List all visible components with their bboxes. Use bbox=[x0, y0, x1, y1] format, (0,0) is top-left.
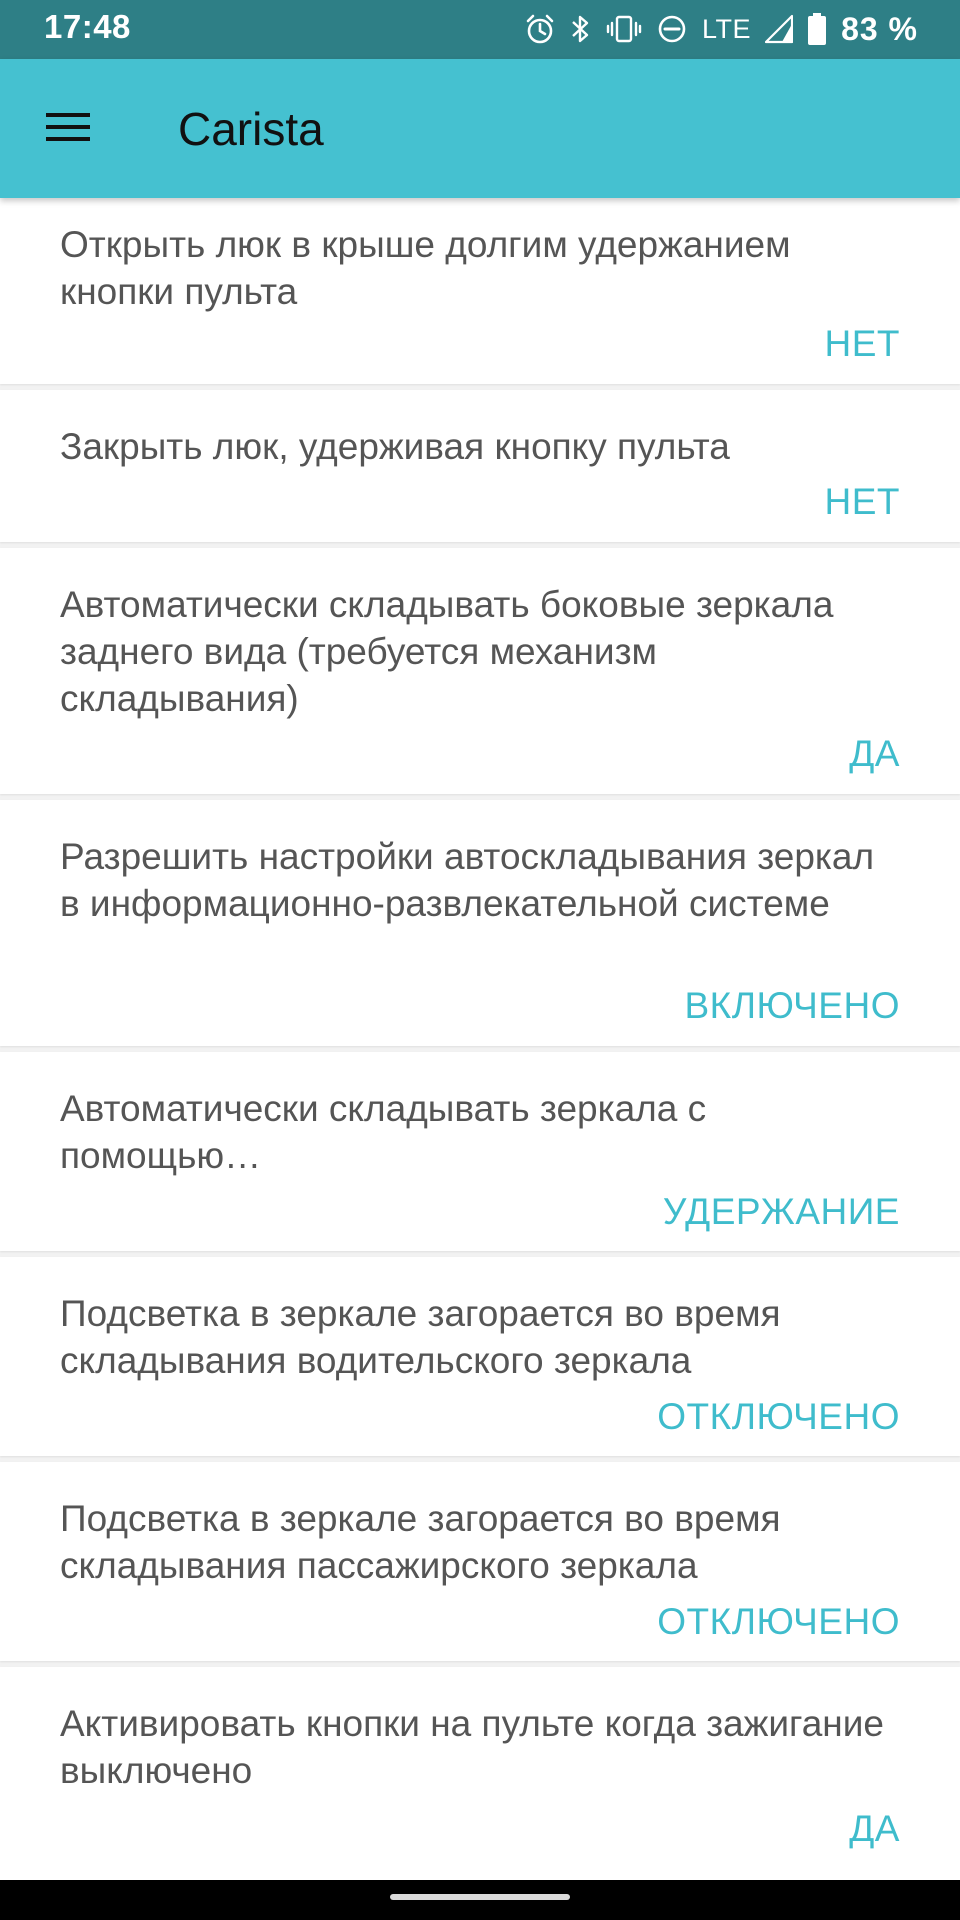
setting-label: Разрешить настройки автоскладывания зерк… bbox=[60, 836, 875, 924]
setting-item-infotainment-fold-settings[interactable]: Разрешить настройки автоскладывания зерк… bbox=[0, 800, 960, 1046]
battery-icon bbox=[807, 12, 827, 46]
setting-label: Подсветка в зеркале загорается во время … bbox=[60, 1293, 781, 1381]
setting-value[interactable]: ДА bbox=[849, 730, 900, 777]
setting-value[interactable]: ДА bbox=[849, 1805, 900, 1852]
status-bar: 17:48 LTE 83 % bbox=[0, 0, 960, 59]
settings-list[interactable]: Открыть люк в крыше долгим удержанием кн… bbox=[0, 198, 960, 1880]
setting-label: Открыть люк в крыше долгим удержанием кн… bbox=[60, 224, 791, 312]
setting-label: Подсветка в зеркале загорается во время … bbox=[60, 1498, 781, 1586]
setting-value[interactable]: НЕТ bbox=[825, 320, 901, 367]
setting-value[interactable]: ОТКЛЮЧЕНО bbox=[657, 1598, 900, 1645]
setting-item-sunroof-open[interactable]: Открыть люк в крыше долгим удержанием кн… bbox=[0, 198, 960, 384]
signal-icon bbox=[765, 14, 794, 44]
setting-value[interactable]: ОТКЛЮЧЕНО bbox=[657, 1393, 900, 1440]
setting-value[interactable]: УДЕРЖАНИЕ bbox=[663, 1188, 900, 1235]
setting-item-auto-fold-mirrors[interactable]: Автоматически складывать боковые зеркала… bbox=[0, 548, 960, 794]
setting-label: Автоматически складывать боковые зеркала… bbox=[60, 584, 834, 719]
setting-item-passenger-mirror-light[interactable]: Подсветка в зеркале загорается во время … bbox=[0, 1462, 960, 1661]
setting-label: Автоматически складывать зеркала с помощ… bbox=[60, 1088, 707, 1176]
do-not-disturb-icon bbox=[656, 13, 688, 45]
setting-label: Закрыть люк, удерживая кнопку пульта bbox=[60, 426, 730, 467]
setting-item-driver-mirror-light[interactable]: Подсветка в зеркале загорается во время … bbox=[0, 1257, 960, 1456]
battery-percent: 83 % bbox=[841, 10, 918, 47]
bluetooth-icon bbox=[570, 13, 592, 45]
status-time: 17:48 bbox=[44, 8, 131, 45]
menu-button[interactable] bbox=[34, 95, 102, 163]
navigation-bar bbox=[0, 1880, 960, 1920]
setting-item-sunroof-close[interactable]: Закрыть люк, удерживая кнопку пульта НЕТ bbox=[0, 390, 960, 542]
network-type: LTE bbox=[702, 13, 752, 44]
hamburger-menu-icon bbox=[45, 111, 91, 148]
setting-item-fold-mirrors-with[interactable]: Автоматически складывать зеркала с помощ… bbox=[0, 1052, 960, 1251]
alarm-icon bbox=[524, 13, 556, 45]
app-bar: Carista bbox=[0, 59, 960, 198]
setting-item-remote-buttons-ignition-off[interactable]: Активировать кнопки на пульте когда зажи… bbox=[0, 1667, 960, 1880]
setting-value[interactable]: ВКЛЮЧЕНО bbox=[684, 982, 900, 1029]
home-gesture-handle[interactable] bbox=[390, 1894, 570, 1900]
setting-value[interactable]: НЕТ bbox=[825, 478, 901, 525]
status-icons: LTE 83 % bbox=[524, 9, 918, 49]
app-title: Carista bbox=[178, 103, 324, 155]
setting-label: Активировать кнопки на пульте когда зажи… bbox=[60, 1703, 884, 1791]
vibrate-icon bbox=[606, 13, 642, 45]
